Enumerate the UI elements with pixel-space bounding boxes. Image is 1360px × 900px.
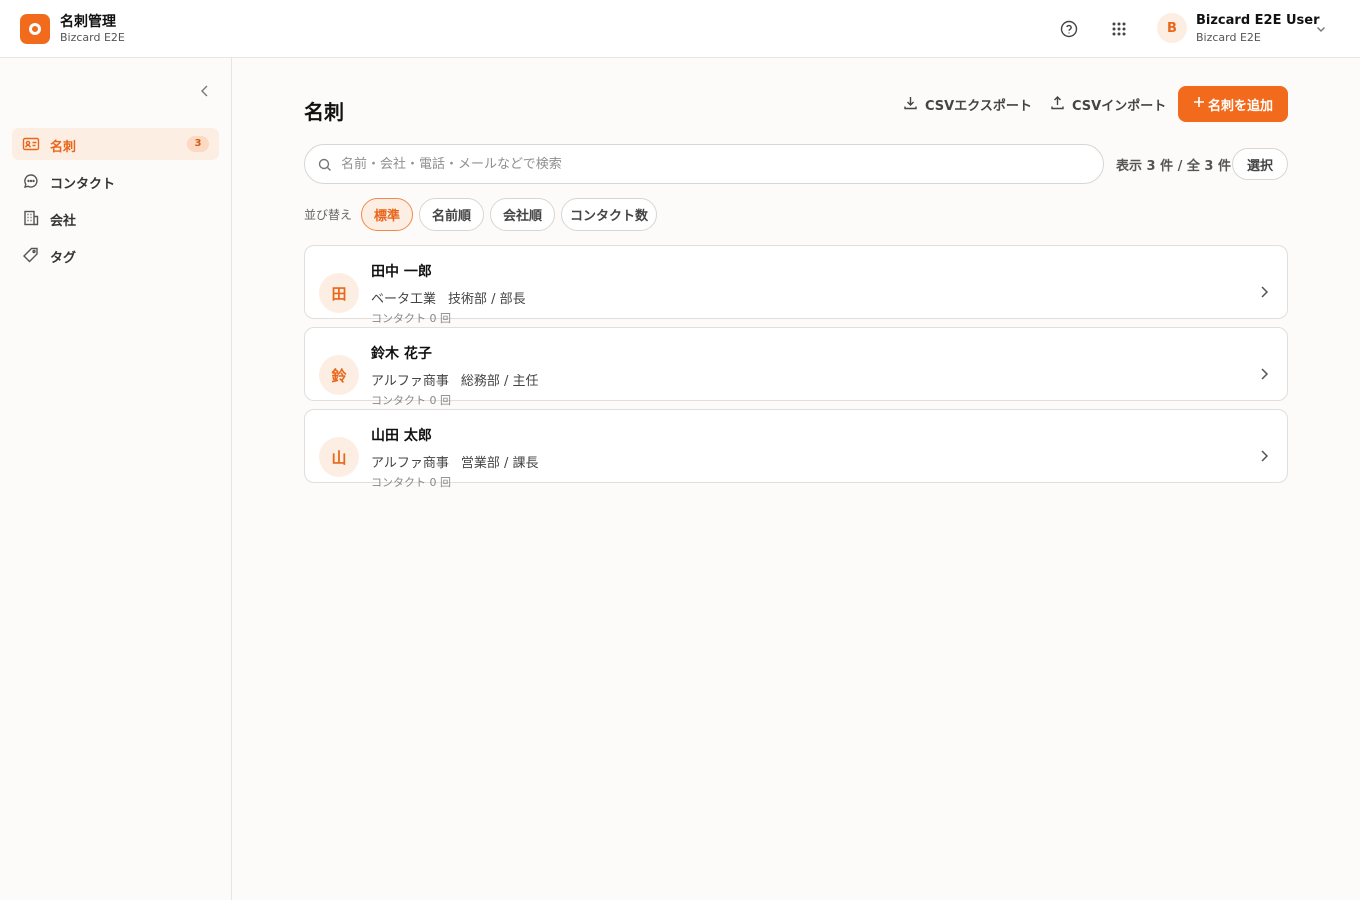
bizcard-logo-icon[interactable] xyxy=(20,14,50,44)
sidebar-item-bizcards[interactable]: 名刺 3 xyxy=(12,128,219,160)
sort-chip-name[interactable]: 名前順 xyxy=(419,198,484,231)
avatar: 田 xyxy=(319,273,359,313)
upload-icon xyxy=(1050,95,1065,114)
chevron-right-icon xyxy=(1257,284,1271,304)
card-role: 営業部 / 課長 xyxy=(460,456,539,471)
card-contact-count: コンタクト 0 回 xyxy=(371,312,451,325)
card-company: アルファ商事 xyxy=(371,456,449,471)
plus-icon xyxy=(1193,96,1205,112)
user-org: Bizcard E2E xyxy=(1196,31,1261,44)
card-contact-count: コンタクト 0 回 xyxy=(371,394,451,407)
sidebar-item-label: 会社 xyxy=(50,214,77,229)
card-company: アルファ商事 xyxy=(371,374,449,389)
top-bar: 名刺管理 Bizcard E2E B Bizcard E2E User Bizc… xyxy=(0,0,1360,58)
chevron-right-icon xyxy=(1257,448,1271,468)
avatar: 山 xyxy=(319,437,359,477)
help-circle-icon[interactable] xyxy=(1057,17,1081,41)
csv-export-button[interactable]: CSVエクスポート xyxy=(903,86,1032,122)
user-name[interactable]: Bizcard E2E User xyxy=(1196,13,1320,28)
app-subtitle: Bizcard E2E xyxy=(60,31,125,44)
card-name: 田中 一郎 xyxy=(371,264,432,280)
building-icon xyxy=(22,210,40,226)
search-bar xyxy=(304,144,1104,184)
sort-chip-contact-count[interactable]: コンタクト数 xyxy=(561,198,657,231)
search-icon xyxy=(318,157,332,176)
card-meta: アルファ商事 営業部 / 課長 xyxy=(371,452,539,471)
sort-chip-company[interactable]: 会社順 xyxy=(490,198,555,231)
download-icon xyxy=(903,95,918,114)
card-contact-count: コンタクト 0 回 xyxy=(371,476,451,489)
add-bizcard-button[interactable]: 名刺を追加 xyxy=(1178,86,1288,122)
sidebar-item-tags[interactable]: タグ xyxy=(12,239,219,271)
avatar: 鈴 xyxy=(319,355,359,395)
count-badge: 3 xyxy=(187,136,209,152)
csv-import-label: CSVインポート xyxy=(1072,98,1167,114)
card-meta: ベータ工業 技術部 / 部長 xyxy=(371,288,526,307)
sidebar-item-contacts[interactable]: コンタクト xyxy=(12,165,219,197)
chevron-down-icon[interactable] xyxy=(1314,21,1328,40)
csv-import-button[interactable]: CSVインポート xyxy=(1050,86,1166,122)
result-count: 表示 3 件 / 全 3 件 xyxy=(1116,159,1231,174)
chevron-right-icon xyxy=(1257,366,1271,386)
chat-bubble-icon xyxy=(22,173,40,189)
card-name: 鈴木 花子 xyxy=(371,346,432,362)
card-meta: アルファ商事 総務部 / 主任 xyxy=(371,370,539,389)
sidebar: 名刺 3 コンタクト 会社 タグ xyxy=(0,58,232,900)
user-avatar[interactable]: B xyxy=(1157,13,1187,43)
select-button[interactable]: 選択 xyxy=(1232,148,1288,180)
bizcard-row[interactable]: 鈴 鈴木 花子 アルファ商事 総務部 / 主任 コンタクト 0 回 xyxy=(304,327,1288,407)
card-role: 総務部 / 主任 xyxy=(460,374,539,389)
card-company: ベータ工業 xyxy=(371,292,437,307)
sidebar-item-label: コンタクト xyxy=(50,177,116,192)
id-card-icon xyxy=(22,136,40,152)
sidebar-item-label: タグ xyxy=(50,251,77,266)
bizcard-row[interactable]: 田 田中 一郎 ベータ工業 技術部 / 部長 コンタクト 0 回 xyxy=(304,245,1288,325)
sort-chip-default[interactable]: 標準 xyxy=(361,198,413,231)
sort-label: 並び替え xyxy=(304,208,353,222)
bizcard-row[interactable]: 山 山田 太郎 アルファ商事 営業部 / 課長 コンタクト 0 回 xyxy=(304,409,1288,489)
tag-icon xyxy=(22,247,40,263)
search-input[interactable] xyxy=(341,154,1081,174)
sidebar-item-companies[interactable]: 会社 xyxy=(12,202,219,234)
grid-icon[interactable] xyxy=(1107,17,1131,41)
card-name: 山田 太郎 xyxy=(371,428,432,444)
chevron-left-icon[interactable] xyxy=(196,82,214,100)
app-title: 名刺管理 xyxy=(60,14,116,30)
csv-export-label: CSVエクスポート xyxy=(925,98,1032,114)
card-role: 技術部 / 部長 xyxy=(448,292,526,307)
page-title: 名刺 xyxy=(304,100,344,124)
sidebar-item-label: 名刺 xyxy=(50,140,77,155)
add-bizcard-label: 名刺を追加 xyxy=(1207,98,1273,114)
